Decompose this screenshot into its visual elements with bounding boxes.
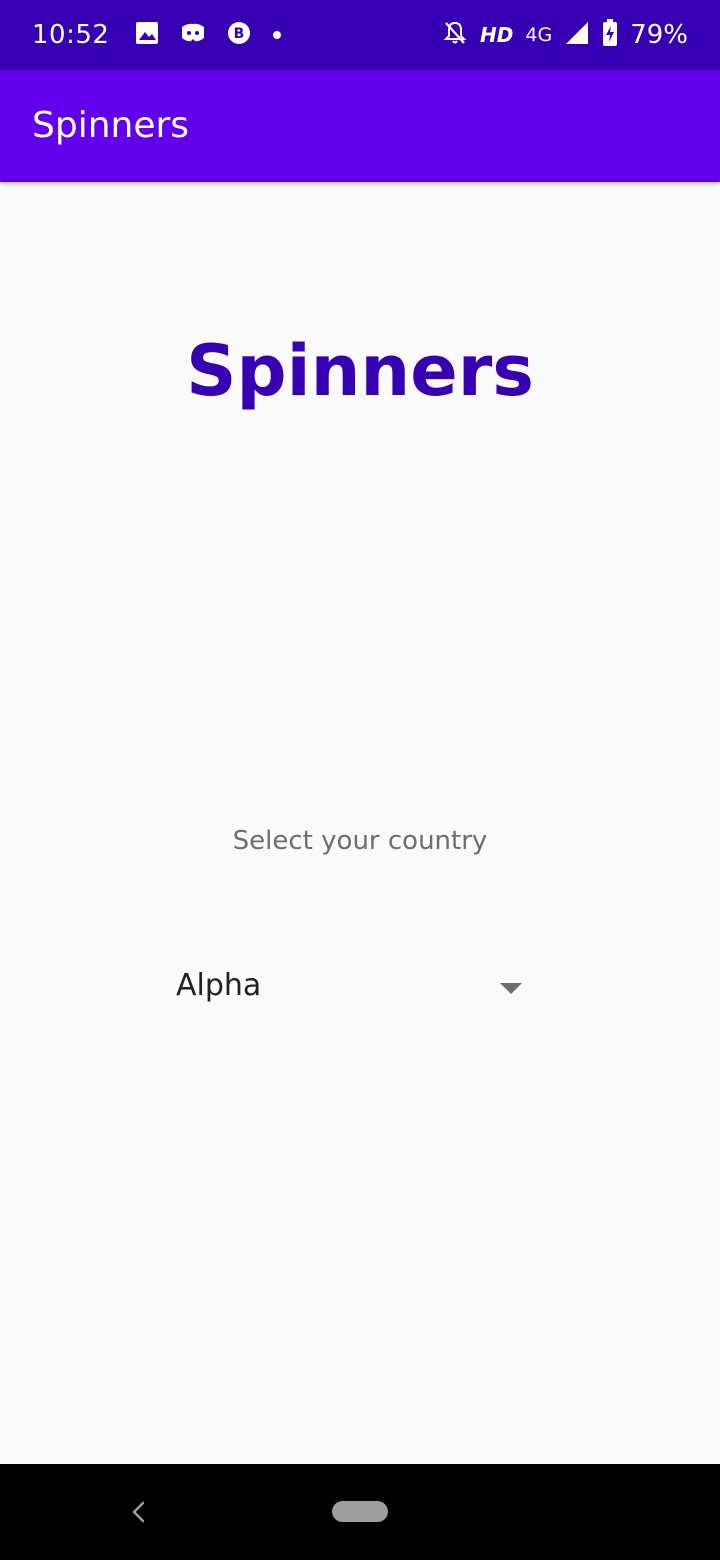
battery-charging-icon [602,19,618,51]
country-spinner[interactable]: Alpha [160,950,536,1022]
network-type: 4G [525,24,553,46]
signal-icon [564,20,590,50]
back-icon[interactable] [128,1500,150,1528]
dropdown-arrow-icon [500,980,522,999]
hd-indicator: HD [480,23,514,47]
status-bar: 10:52 B HD 4G 79% [0,0,720,70]
status-time: 10:52 [32,20,110,50]
app-bar-title: Spinners [32,105,190,146]
image-icon [135,21,159,49]
discord-icon [179,21,207,49]
dot-icon [271,26,283,45]
bell-off-icon [442,20,468,50]
svg-text:B: B [234,26,245,42]
status-right: HD 4G 79% [442,0,688,70]
status-left: 10:52 B [32,0,283,70]
battery-percentage: 79% [630,20,688,50]
country-label: Select your country [232,826,488,856]
home-pill[interactable] [332,1501,388,1522]
app-bar: Spinners [0,70,720,182]
bitcoin-icon: B [227,21,251,49]
spinner-selected-value: Alpha [176,968,262,1003]
page-heading: Spinners [186,330,534,412]
